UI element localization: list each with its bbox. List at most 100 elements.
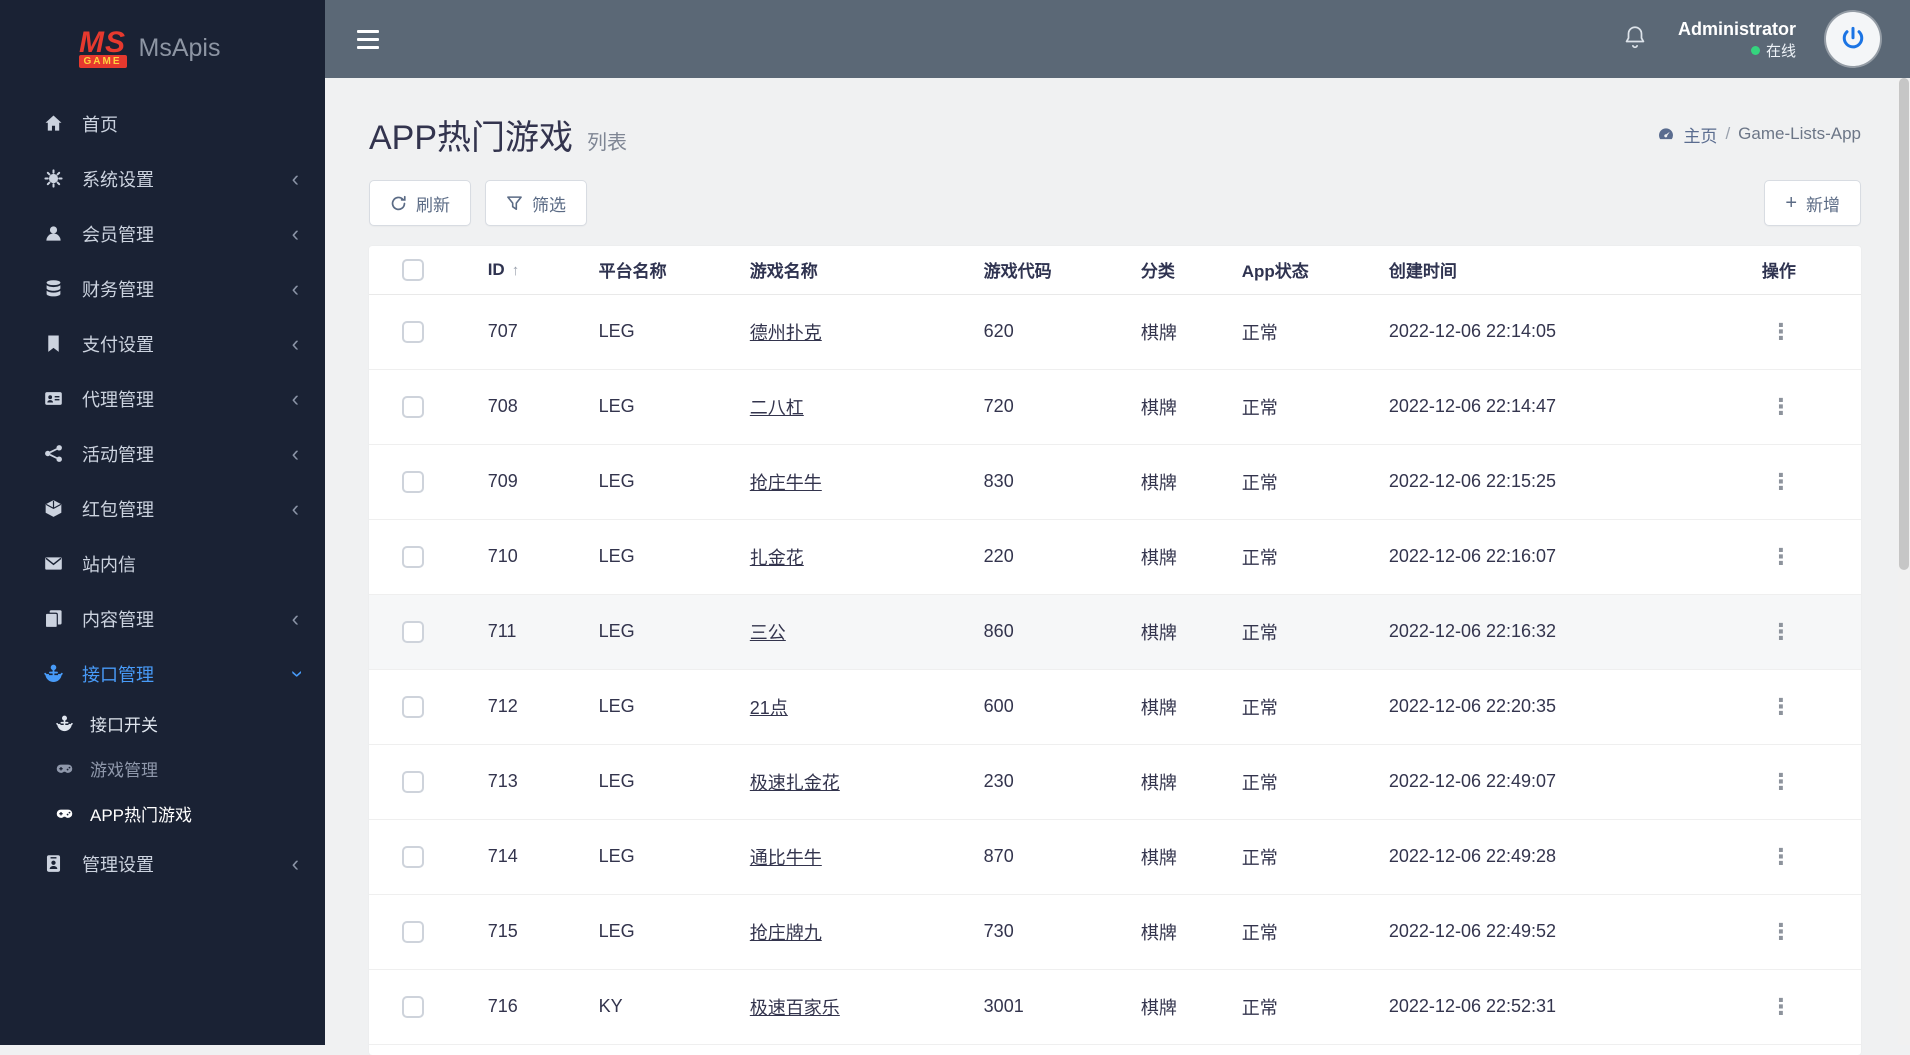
row-actions-menu-icon[interactable]: ⋮ <box>1762 694 1800 719</box>
game-name-link[interactable]: 抢庄牌九 <box>750 923 822 943</box>
app-logo[interactable]: MS GAME MsApis <box>0 0 325 96</box>
column-header-5[interactable]: 分类 <box>1110 246 1212 295</box>
sort-ascending-icon[interactable]: ↑ <box>512 262 520 279</box>
refresh-icon <box>390 195 407 212</box>
sidebar-subitem-app-hot-games[interactable]: APP热门游戏 <box>0 791 325 836</box>
filter-button[interactable]: 筛选 <box>485 180 587 226</box>
notifications-bell-icon[interactable] <box>1622 24 1648 55</box>
cell-app-status: 正常 <box>1211 369 1359 445</box>
row-actions-menu-icon[interactable]: ⋮ <box>1762 844 1800 869</box>
row-checkbox[interactable] <box>402 320 424 343</box>
sidebar-item-home[interactable]: 首页 <box>0 96 325 151</box>
database-icon <box>40 279 66 298</box>
sidebar-item-activity-management[interactable]: 活动管理 ‹ <box>0 426 325 481</box>
select-all-checkbox[interactable] <box>402 258 424 281</box>
row-actions-menu-icon[interactable]: ⋮ <box>1762 469 1800 494</box>
row-checkbox-cell <box>369 519 458 595</box>
table-row[interactable]: 711 LEG 三公 860 棋牌 正常 2022-12-06 22:16:32 ⋮ <box>369 594 1861 670</box>
row-actions-menu-icon[interactable]: ⋮ <box>1762 619 1800 644</box>
row-checkbox[interactable] <box>402 995 424 1018</box>
sidebar: MS GAME MsApis 首页 系统设置 ‹ 会员管理 ‹ 财务管理 ‹ 支付设置 ‹ 代理管… <box>0 0 325 1045</box>
column-header-1[interactable]: ID ↑ <box>457 246 569 295</box>
cell-id: 710 <box>457 519 569 595</box>
table-row[interactable]: 707 LEG 德州扑克 620 棋牌 正常 2022-12-06 22:14:05 ⋮ <box>369 294 1861 370</box>
vertical-scrollbar[interactable] <box>1898 78 1910 1045</box>
sidebar-item-agent-management[interactable]: 代理管理 ‹ <box>0 371 325 426</box>
table-row[interactable]: 713 LEG 极速扎金花 230 棋牌 正常 2022-12-06 22:49:07 ⋮ <box>369 744 1861 820</box>
user-avatar[interactable] <box>1826 12 1880 66</box>
scrollbar-thumb[interactable] <box>1899 78 1909 570</box>
row-checkbox[interactable] <box>402 620 424 643</box>
row-checkbox[interactable] <box>402 695 424 718</box>
sidebar-item-label: 红包管理 <box>82 499 154 520</box>
cell-platform: KY <box>568 969 720 1045</box>
row-checkbox[interactable] <box>402 395 424 418</box>
row-actions-menu-icon[interactable]: ⋮ <box>1762 769 1800 794</box>
sidebar-item-member-management[interactable]: 会员管理 ‹ <box>0 206 325 261</box>
row-checkbox[interactable] <box>402 770 424 793</box>
row-checkbox[interactable] <box>402 545 424 568</box>
table-row[interactable]: 715 LEG 抢庄牌九 730 棋牌 正常 2022-12-06 22:49:52 ⋮ <box>369 894 1861 970</box>
row-checkbox-cell <box>369 294 458 370</box>
table-row[interactable]: 716 KY 极速百家乐 3001 棋牌 正常 2022-12-06 22:52:31 ⋮ <box>369 969 1861 1045</box>
sidebar-item-finance-management[interactable]: 财务管理 ‹ <box>0 261 325 316</box>
sidebar-toggle-button[interactable] <box>349 22 387 57</box>
user-info[interactable]: Administrator 在线 <box>1678 18 1796 61</box>
cell-game-code: 600 <box>953 669 1111 745</box>
chevron-left-icon: ‹ <box>291 850 299 876</box>
cell-created-time: 2022-12-06 22:49:28 <box>1358 819 1732 895</box>
sidebar-item-redpacket-management[interactable]: 红包管理 ‹ <box>0 481 325 536</box>
game-name-link[interactable]: 极速扎金花 <box>750 773 840 793</box>
row-actions-menu-icon[interactable]: ⋮ <box>1762 994 1800 1019</box>
game-name-link[interactable]: 通比牛牛 <box>750 848 822 868</box>
sidebar-item-site-mail[interactable]: 站内信 <box>0 536 325 591</box>
table-row[interactable]: 714 LEG 通比牛牛 870 棋牌 正常 2022-12-06 22:49:28 ⋮ <box>369 819 1861 895</box>
row-actions-menu-icon[interactable]: ⋮ <box>1762 544 1800 569</box>
chevron-left-icon: ‹ <box>291 330 299 356</box>
column-header-7[interactable]: 创建时间 <box>1358 246 1732 295</box>
cell-created-time: 2022-12-06 22:52:31 <box>1358 969 1732 1045</box>
table-row[interactable]: 708 LEG 二八杠 720 棋牌 正常 2022-12-06 22:14:47 ⋮ <box>369 369 1861 445</box>
sidebar-item-payment-settings[interactable]: 支付设置 ‹ <box>0 316 325 371</box>
row-actions-menu-icon[interactable]: ⋮ <box>1762 394 1800 419</box>
table-row[interactable]: 710 LEG 扎金花 220 棋牌 正常 2022-12-06 22:16:07 ⋮ <box>369 519 1861 595</box>
column-header-4[interactable]: 游戏代码 <box>953 246 1111 295</box>
sidebar-item-system-settings[interactable]: 系统设置 ‹ <box>0 151 325 206</box>
column-header-6[interactable]: App状态 <box>1211 246 1359 295</box>
game-name-link[interactable]: 扎金花 <box>750 548 804 568</box>
sidebar-item-admin-settings[interactable]: 管理设置 ‹ <box>0 836 325 891</box>
game-name-link[interactable]: 三公 <box>750 623 786 643</box>
cell-game-name: 德州扑克 <box>719 294 954 370</box>
sidebar-subitem-api-switch[interactable]: 接口开关 <box>0 701 325 746</box>
row-actions-menu-icon[interactable]: ⋮ <box>1762 919 1800 944</box>
column-header-3[interactable]: 游戏名称 <box>719 246 954 295</box>
game-name-link[interactable]: 抢庄牛牛 <box>750 473 822 493</box>
anchor-icon <box>52 715 76 732</box>
row-actions-menu-icon[interactable]: ⋮ <box>1762 319 1800 344</box>
add-button[interactable]: + 新增 <box>1764 180 1861 226</box>
breadcrumb-home-link[interactable]: 主页 <box>1683 122 1717 147</box>
chevron-left-icon: ‹ <box>291 165 299 191</box>
game-name-link[interactable]: 21点 <box>750 698 788 718</box>
cell-game-name: 二八杠 <box>719 369 954 445</box>
row-checkbox[interactable] <box>402 470 424 493</box>
app-name: MsApis <box>138 33 221 62</box>
sidebar-subitem-game-management[interactable]: 游戏管理 <box>0 746 325 791</box>
sidebar-item-api-management[interactable]: 接口管理 ‹ <box>0 646 325 701</box>
cell-game-code: 860 <box>953 594 1111 670</box>
logo-ms-text: MS <box>79 25 127 59</box>
chevron-down-icon: ‹ <box>282 669 308 678</box>
column-header-2[interactable]: 平台名称 <box>568 246 720 295</box>
column-header-8[interactable]: 操作 <box>1731 246 1861 295</box>
refresh-button[interactable]: 刷新 <box>369 180 471 226</box>
table-row[interactable]: 709 LEG 抢庄牛牛 830 棋牌 正常 2022-12-06 22:15:25 ⋮ <box>369 444 1861 520</box>
game-name-link[interactable]: 德州扑克 <box>750 323 822 343</box>
row-checkbox[interactable] <box>402 920 424 943</box>
game-name-link[interactable]: 二八杠 <box>750 398 804 418</box>
game-name-link[interactable]: 极速百家乐 <box>750 998 840 1018</box>
cell-game-code: 220 <box>953 519 1111 595</box>
row-checkbox[interactable] <box>402 845 424 868</box>
home-icon <box>40 114 66 133</box>
sidebar-item-content-management[interactable]: 内容管理 ‹ <box>0 591 325 646</box>
table-row[interactable]: 712 LEG 21点 600 棋牌 正常 2022-12-06 22:20:35 ⋮ <box>369 669 1861 745</box>
